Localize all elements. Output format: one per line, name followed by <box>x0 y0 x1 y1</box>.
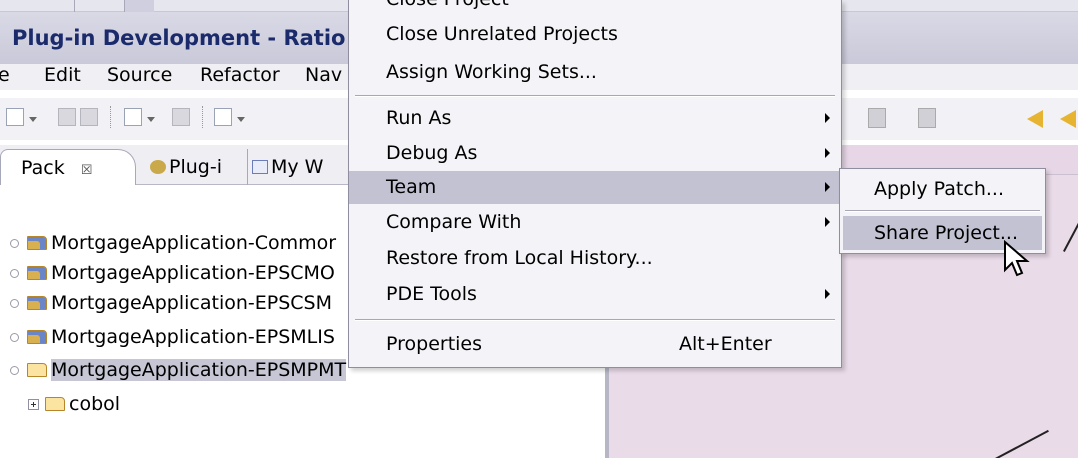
project-folder-icon <box>27 236 47 250</box>
tree-item-selected[interactable]: MortgageApplication-EPSMPMT <box>10 359 347 387</box>
tab-label: Plug-i <box>169 156 222 178</box>
menu-separator <box>355 95 835 97</box>
menu-item-apply-patch[interactable]: Apply Patch... <box>843 172 1042 206</box>
menu-item-properties[interactable]: Properties Alt+Enter <box>349 328 841 361</box>
menu-source[interactable]: Source <box>107 64 172 86</box>
menu-separator <box>355 319 835 321</box>
menu-item-close-unrelated-projects[interactable]: Close Unrelated Projects <box>349 18 841 51</box>
tree-item-label: MortgageApplication-EPSMPMT <box>51 359 347 381</box>
menu-item-debug-as[interactable]: Debug As <box>349 137 841 170</box>
submenu-arrow-icon <box>825 148 830 158</box>
project-folder-icon <box>27 266 47 280</box>
tab-working-sets[interactable]: My W <box>247 149 323 185</box>
menu-item-label: Restore from Local History... <box>386 247 653 269</box>
window-title: Plug-in Development - Ratio <box>12 26 346 50</box>
open-type-icon[interactable] <box>214 108 232 126</box>
plugin-icon <box>150 160 166 174</box>
tree-item[interactable]: MortgageApplication-EPSMLIS <box>10 326 335 354</box>
tree-item-label: MortgageApplication-EPSCMO <box>51 262 335 284</box>
menu-item-label: Compare With <box>386 211 522 233</box>
menu-separator <box>845 210 1040 212</box>
open-folder-icon <box>27 363 47 377</box>
menu-item-label: Apply Patch... <box>874 178 1004 200</box>
expand-icon[interactable] <box>10 299 19 308</box>
context-menu: Close Project Close Unrelated Projects A… <box>348 0 842 368</box>
tree-item-label: MortgageApplication-Commor <box>51 232 337 254</box>
prev-annotation-icon[interactable] <box>918 108 936 128</box>
menu-item-label: Team <box>386 176 437 198</box>
tree-item[interactable]: MortgageApplication-EPSCMO <box>10 262 335 290</box>
menu-item-label: Assign Working Sets... <box>386 61 597 83</box>
expand-icon[interactable] <box>10 269 19 278</box>
menu-item-shortcut: Alt+Enter <box>679 333 772 355</box>
project-folder-icon <box>27 296 47 310</box>
toolbar-separator <box>202 106 203 128</box>
top-strip-button[interactable] <box>124 0 154 12</box>
menu-item-label: Properties <box>386 333 483 355</box>
tree-item-label: MortgageApplication-EPSMLIS <box>51 326 335 348</box>
working-set-icon <box>252 160 268 174</box>
menu-item-pde-tools[interactable]: PDE Tools <box>349 278 841 311</box>
new-icon[interactable] <box>6 108 24 126</box>
tab-label: My W <box>271 156 324 178</box>
menu-item-team[interactable]: Team <box>349 171 841 204</box>
menu-edit[interactable]: Edit <box>44 64 81 86</box>
tree-item-child[interactable]: cobol <box>28 393 120 421</box>
tab-label: Pack <box>21 157 65 179</box>
submenu-arrow-icon <box>825 289 830 299</box>
menu-item-assign-working-sets[interactable]: Assign Working Sets... <box>349 56 841 89</box>
top-strip-divider <box>74 0 75 12</box>
print-icon[interactable] <box>80 108 98 126</box>
camera-icon[interactable] <box>172 108 190 126</box>
menu-item-label: Debug As <box>386 142 478 164</box>
menu-item-label: PDE Tools <box>386 283 477 305</box>
menu-item-label: Share Project... <box>874 222 1018 244</box>
back-arrow-icon[interactable] <box>1027 110 1043 128</box>
menu-item-restore-local-history[interactable]: Restore from Local History... <box>349 242 841 275</box>
menu-refactor[interactable]: Refactor <box>200 64 280 86</box>
toolbar-separator <box>110 106 111 128</box>
tab-package-explorer[interactable]: Pack ☒ <box>0 149 136 185</box>
tab-plugins[interactable]: Plug-i <box>150 149 222 185</box>
expand-icon[interactable] <box>10 239 19 248</box>
expand-icon[interactable] <box>10 333 19 342</box>
mouse-cursor-icon <box>1004 240 1030 277</box>
tree-item[interactable]: MortgageApplication-EPSCSM <box>10 292 332 320</box>
project-folder-icon <box>27 330 47 344</box>
menu-item-label: Close Project <box>386 0 509 10</box>
close-icon[interactable]: ☒ <box>81 163 93 178</box>
menu-item-label: Close Unrelated Projects <box>386 23 618 45</box>
plugin-dropdown-icon[interactable] <box>147 117 155 122</box>
menu-file[interactable]: e <box>0 64 10 86</box>
submenu-arrow-icon <box>825 182 830 192</box>
folder-icon <box>45 397 65 411</box>
submenu-arrow-icon <box>825 113 830 123</box>
tree-item-label: cobol <box>69 393 121 415</box>
expand-plus-icon[interactable] <box>28 399 39 410</box>
next-annotation-icon[interactable] <box>868 108 886 128</box>
new-dropdown-icon[interactable] <box>29 117 37 122</box>
view-tab-bar: Pack ☒ Plug-i My W <box>0 145 348 185</box>
menu-navigate[interactable]: Nav <box>305 64 342 86</box>
menu-item-close-project[interactable]: Close Project <box>349 0 841 16</box>
menu-item-compare-with[interactable]: Compare With <box>349 206 841 239</box>
menu-item-label: Run As <box>386 107 452 129</box>
tree-item[interactable]: MortgageApplication-Commor <box>10 232 336 260</box>
save-icon[interactable] <box>58 108 76 126</box>
menu-item-run-as[interactable]: Run As <box>349 102 841 135</box>
forward-arrow-icon[interactable] <box>1060 110 1076 128</box>
new-plugin-icon[interactable] <box>124 108 142 126</box>
tree-item-label: MortgageApplication-EPSCSM <box>51 292 332 314</box>
open-type-dropdown-icon[interactable] <box>237 117 245 122</box>
submenu-arrow-icon <box>825 217 830 227</box>
collapse-icon[interactable] <box>10 366 19 375</box>
